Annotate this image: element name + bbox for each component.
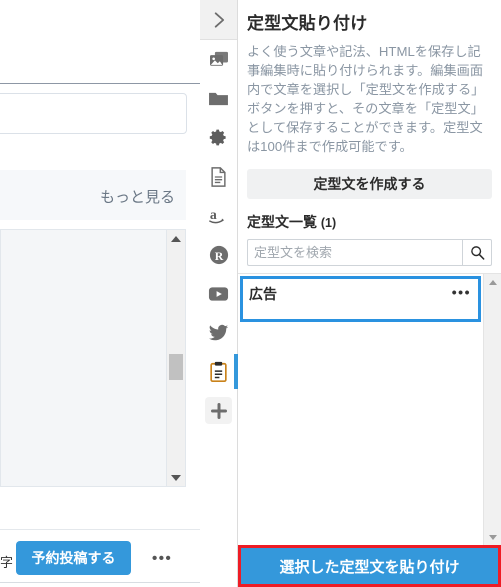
- host-editor-scrollbar[interactable]: [166, 230, 185, 486]
- snippet-list-count: (1): [320, 216, 337, 230]
- host-bottom-bar: 字 予約投稿する •••: [0, 529, 200, 587]
- scroll-up-arrow-icon[interactable]: [167, 230, 185, 247]
- sidebar-item-rakuten[interactable]: R: [200, 235, 237, 274]
- sidebar-item-images[interactable]: [200, 40, 237, 79]
- youtube-icon: [208, 286, 229, 301]
- svg-text:a: a: [210, 207, 217, 222]
- host-bottom-edge: [0, 582, 200, 587]
- sidebar-item-settings[interactable]: [200, 118, 237, 157]
- schedule-post-button[interactable]: 予約投稿する: [16, 541, 131, 575]
- sidebar-item-amazon[interactable]: a: [200, 196, 237, 235]
- plus-icon: [205, 397, 232, 424]
- snippet-search-input[interactable]: [247, 239, 462, 266]
- sidebar-item-add[interactable]: [200, 391, 237, 430]
- sidebar-item-snippets[interactable]: [200, 352, 238, 391]
- snippet-list-heading: 定型文一覧 (1): [247, 212, 492, 232]
- snippet-overflow-menu-icon[interactable]: •••: [452, 284, 471, 300]
- snippet-panel: 定型文貼り付け よく使う文章や記法、HTMLを保存し記事編集時に貼り付けられます…: [238, 0, 501, 587]
- host-text-field[interactable]: [0, 93, 187, 134]
- panel-description: よく使う文章や記法、HTMLを保存し記事編集時に貼り付けられます。編集画面内で文…: [247, 44, 485, 154]
- host-spacer: [0, 134, 200, 170]
- snippet-list-heading-label: 定型文一覧: [247, 214, 317, 230]
- images-icon: [209, 51, 228, 66]
- char-count-label: 字: [0, 555, 14, 570]
- snippet-list-scrollbar[interactable]: [483, 274, 501, 545]
- document-icon: [211, 166, 226, 187]
- sidebar-item-youtube[interactable]: [200, 274, 237, 313]
- host-divider: [0, 83, 200, 84]
- app-root: もっと見る 字 予約投稿する ••• a R 定型文貼り付け よく使う文章や記法…: [0, 0, 501, 587]
- sidebar-item-document[interactable]: [200, 157, 237, 196]
- host-page: もっと見る 字 予約投稿する •••: [0, 0, 200, 587]
- clipboard-icon: [210, 361, 227, 382]
- paste-button-highlight: 選択した定型文を貼り付け: [238, 545, 501, 587]
- list-scroll-up-arrow-icon[interactable]: [484, 274, 501, 290]
- sidebar-item-folder[interactable]: [200, 79, 237, 118]
- amazon-icon: a: [209, 207, 225, 224]
- host-overflow-menu-icon[interactable]: •••: [152, 550, 172, 567]
- snippet-list-scroll-region: 広告 •••: [238, 274, 483, 545]
- scroll-down-arrow-icon[interactable]: [167, 469, 185, 486]
- snippet-title: 広告: [249, 286, 277, 302]
- page-title: 定型文貼り付け: [247, 14, 368, 33]
- rakuten-icon: R: [209, 245, 228, 264]
- list-scroll-down-arrow-icon[interactable]: [484, 529, 501, 545]
- list-item[interactable]: 広告 •••: [240, 276, 481, 322]
- host-more-bar: もっと見る: [0, 170, 186, 220]
- snippet-search-button[interactable]: [462, 239, 492, 266]
- create-snippet-button[interactable]: 定型文を作成する: [247, 169, 492, 199]
- folder-icon: [209, 92, 228, 106]
- search-icon: [470, 246, 484, 260]
- more-link[interactable]: もっと見る: [100, 186, 175, 207]
- host-editor-scroll-thumb[interactable]: [169, 354, 183, 380]
- paste-selected-snippet-button[interactable]: 選択した定型文を貼り付け: [241, 548, 498, 584]
- host-editor-area[interactable]: [0, 229, 186, 487]
- sidebar-item-twitter[interactable]: [200, 313, 237, 352]
- host-top-blank-area: [0, 0, 200, 83]
- snippet-list-area: 広告 •••: [238, 273, 501, 545]
- extension-icon-rail: a R: [200, 0, 238, 587]
- gear-icon: [209, 129, 226, 146]
- twitter-icon: [208, 324, 229, 340]
- svg-text:R: R: [214, 249, 223, 263]
- sidebar-item-collapse[interactable]: [200, 0, 237, 40]
- chevron-right-icon: [214, 11, 224, 28]
- snippet-search-row: [247, 239, 492, 266]
